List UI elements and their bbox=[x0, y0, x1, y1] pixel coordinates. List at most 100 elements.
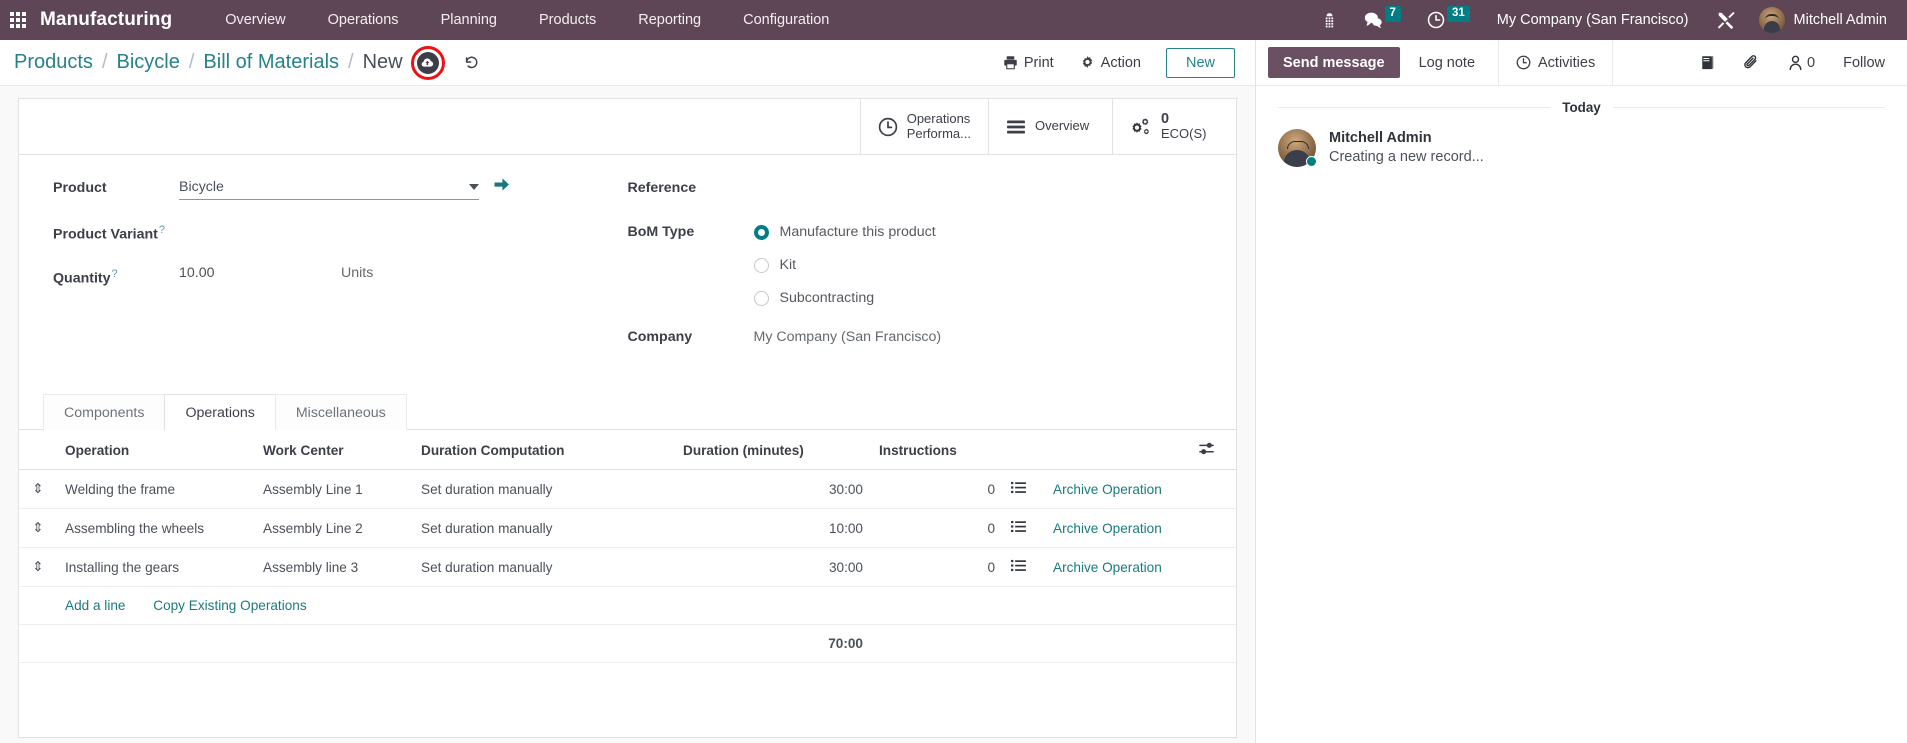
breadcrumb-item-products[interactable]: Products bbox=[14, 51, 93, 74]
help-marker[interactable]: ? bbox=[159, 224, 165, 236]
menu-item-operations[interactable]: Operations bbox=[307, 0, 420, 40]
send-message-button[interactable]: Send message bbox=[1268, 47, 1400, 78]
form-fields: Product Product Variant? bbox=[19, 155, 1236, 376]
log-note-button[interactable]: Log note bbox=[1404, 47, 1490, 78]
cell-operation[interactable]: Welding the frame bbox=[57, 469, 255, 509]
clock-icon bbox=[1427, 11, 1445, 29]
column-duration-minutes[interactable]: Duration (minutes) bbox=[675, 430, 871, 470]
column-duration-computation[interactable]: Duration Computation bbox=[413, 430, 675, 470]
chevron-down-icon[interactable] bbox=[469, 184, 479, 190]
archive-operation-link[interactable]: Archive Operation bbox=[1053, 482, 1162, 497]
cell-instructions-count[interactable]: 0 bbox=[871, 547, 1003, 587]
cell-duration[interactable]: 30:00 bbox=[675, 547, 871, 587]
cell-work-center[interactable]: Assembly Line 2 bbox=[255, 508, 413, 548]
copy-existing-operations-button[interactable]: Copy Existing Operations bbox=[153, 598, 306, 613]
tab-miscellaneous[interactable]: Miscellaneous bbox=[274, 394, 407, 430]
radio-subcontracting[interactable]: Subcontracting bbox=[753, 290, 936, 306]
drag-handle-icon[interactable]: ⇕ bbox=[19, 469, 57, 509]
cell-operation[interactable]: Assembling the wheels bbox=[57, 508, 255, 548]
cell-duration[interactable]: 10:00 bbox=[675, 508, 871, 548]
breadcrumb: Products / Bicycle / Bill of Materials /… bbox=[14, 51, 403, 74]
messages-counter[interactable]: 7 bbox=[1351, 0, 1414, 40]
cell-instructions-count[interactable]: 0 bbox=[871, 469, 1003, 509]
quantity-uom[interactable]: Units bbox=[341, 265, 373, 281]
quantity-value[interactable]: 10.00 bbox=[179, 265, 341, 281]
drag-handle-icon[interactable]: ⇕ bbox=[19, 547, 57, 587]
cell-operation[interactable]: Installing the gears bbox=[57, 547, 255, 587]
cell-duration-computation[interactable]: Set duration manually bbox=[413, 547, 675, 587]
discard-button[interactable] bbox=[461, 52, 483, 74]
activities-button[interactable]: Activities bbox=[1498, 40, 1614, 85]
apps-grid-icon[interactable] bbox=[10, 12, 26, 28]
help-marker[interactable]: ? bbox=[112, 268, 118, 280]
column-instructions-icon bbox=[1003, 430, 1045, 470]
cell-instructions-count[interactable]: 0 bbox=[871, 508, 1003, 548]
column-operation[interactable]: Operation bbox=[57, 430, 255, 470]
company-switcher[interactable]: My Company (San Francisco) bbox=[1483, 12, 1703, 28]
drag-handle-icon[interactable]: ⇕ bbox=[19, 508, 57, 548]
activities-counter[interactable]: 31 bbox=[1414, 0, 1483, 40]
menu-item-planning[interactable]: Planning bbox=[420, 0, 518, 40]
instructions-list-icon[interactable] bbox=[1003, 508, 1045, 548]
stat-ecos-label: ECO(S) bbox=[1161, 126, 1207, 142]
menu-item-products[interactable]: Products bbox=[518, 0, 617, 40]
radio-indicator[interactable] bbox=[753, 224, 769, 240]
optional-columns-button[interactable] bbox=[1190, 430, 1236, 470]
table-row[interactable]: ⇕ Installing the gears Assembly line 3 S… bbox=[19, 547, 1236, 587]
breadcrumb-item-bill-of-materials[interactable]: Bill of Materials bbox=[203, 51, 339, 74]
stat-button-operations-performance[interactable]: Operations Performa... bbox=[859, 99, 988, 154]
message-text: Creating a new record... bbox=[1329, 149, 1484, 165]
field-company: Company My Company (San Francisco) bbox=[628, 326, 1203, 360]
new-button[interactable]: New bbox=[1165, 47, 1235, 78]
cell-duration-computation[interactable]: Set duration manually bbox=[413, 469, 675, 509]
voip-phone-icon[interactable] bbox=[1308, 0, 1351, 40]
cell-work-center[interactable]: Assembly Line 1 bbox=[255, 469, 413, 509]
product-internal-link-button[interactable] bbox=[493, 177, 510, 192]
log-book-icon[interactable] bbox=[1686, 55, 1729, 70]
save-discard-group bbox=[410, 45, 445, 80]
radio-manufacture-this-product[interactable]: Manufacture this product bbox=[753, 224, 936, 240]
tab-operations[interactable]: Operations bbox=[164, 394, 276, 430]
gear-icon bbox=[1082, 56, 1093, 68]
attachment-paperclip-icon[interactable] bbox=[1729, 54, 1774, 71]
table-row[interactable]: ⇕ Welding the frame Assembly Line 1 Set … bbox=[19, 469, 1236, 509]
column-instructions[interactable]: Instructions bbox=[871, 430, 1003, 470]
chat-bubble-icon bbox=[1364, 12, 1382, 29]
debug-tools-icon[interactable] bbox=[1703, 0, 1749, 40]
cell-duration-computation[interactable]: Set duration manually bbox=[413, 508, 675, 548]
product-input-wrapper[interactable] bbox=[179, 177, 479, 200]
menu-item-reporting[interactable]: Reporting bbox=[617, 0, 722, 40]
cell-duration[interactable]: 30:00 bbox=[675, 469, 871, 509]
breadcrumb-item-bicycle[interactable]: Bicycle bbox=[117, 51, 180, 74]
cell-work-center[interactable]: Assembly line 3 bbox=[255, 547, 413, 587]
menu-item-overview[interactable]: Overview bbox=[204, 0, 306, 40]
follow-button[interactable]: Follow bbox=[1829, 55, 1899, 71]
avatar bbox=[1278, 129, 1317, 167]
field-company-value[interactable]: My Company (San Francisco) bbox=[754, 326, 942, 345]
table-row[interactable]: ⇕ Assembling the wheels Assembly Line 2 … bbox=[19, 508, 1236, 548]
notebook-tabs: Components Operations Miscellaneous bbox=[19, 394, 1236, 430]
control-panel: Products / Bicycle / Bill of Materials /… bbox=[0, 40, 1255, 86]
instructions-list-icon[interactable] bbox=[1003, 469, 1045, 509]
tab-components[interactable]: Components bbox=[43, 394, 166, 430]
menu-item-configuration[interactable]: Configuration bbox=[722, 0, 850, 40]
followers-button[interactable]: 0 bbox=[1774, 55, 1829, 71]
stat-button-ecos[interactable]: 0 ECO(S) bbox=[1112, 99, 1236, 154]
save-button[interactable] bbox=[416, 51, 439, 74]
radio-kit[interactable]: Kit bbox=[753, 257, 936, 273]
product-input[interactable] bbox=[179, 177, 463, 197]
radio-indicator[interactable] bbox=[753, 290, 769, 306]
user-menu[interactable]: Mitchell Admin bbox=[1749, 7, 1893, 33]
archive-operation-link[interactable]: Archive Operation bbox=[1053, 560, 1162, 575]
action-button[interactable]: Action bbox=[1067, 50, 1154, 76]
form-sheet: Operations Performa... Overview 0 ECO(S)… bbox=[18, 98, 1237, 738]
print-button[interactable]: Print bbox=[990, 50, 1067, 76]
column-work-center[interactable]: Work Center bbox=[255, 430, 413, 470]
stat-button-overview[interactable]: Overview bbox=[988, 99, 1112, 154]
column-archive bbox=[1045, 430, 1190, 470]
archive-operation-link[interactable]: Archive Operation bbox=[1053, 521, 1162, 536]
instructions-list-icon[interactable] bbox=[1003, 547, 1045, 587]
add-a-line-button[interactable]: Add a line bbox=[65, 598, 125, 613]
form-column-left: Product Product Variant? bbox=[53, 177, 628, 370]
radio-indicator[interactable] bbox=[753, 257, 769, 273]
